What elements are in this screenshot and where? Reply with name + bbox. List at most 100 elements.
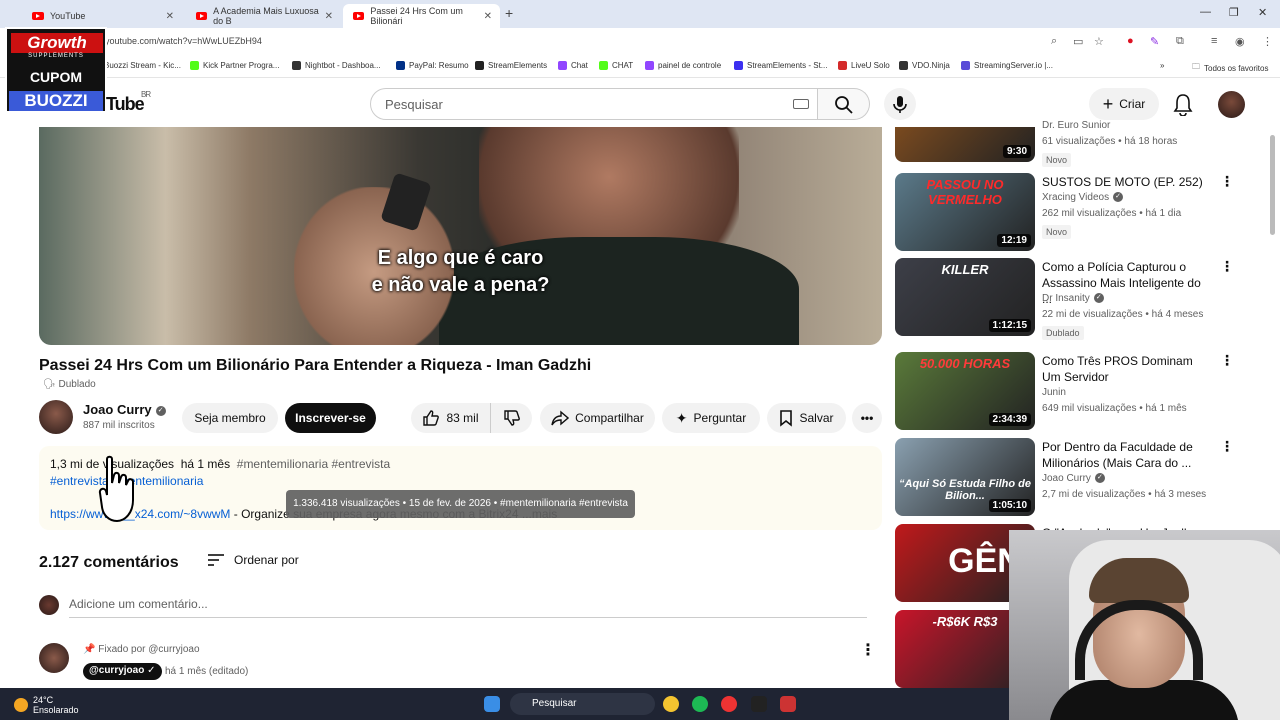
video-thumbnail[interactable]: KILLER 1:12:15	[895, 258, 1035, 336]
recommended-video-title[interactable]: Por Dentro da Faculdade de Milionários (…	[1042, 439, 1212, 471]
reading-list-icon[interactable]: ≡	[1211, 35, 1217, 47]
taskbar-search[interactable]: Pesquisar	[510, 693, 655, 715]
recommended-video[interactable]: “Aqui Só Estuda Filho de Bilion... 1:05:1…	[895, 438, 1255, 516]
browser-tab-active[interactable]: Passei 24 Hrs Com um Bilionári ✕	[343, 4, 500, 28]
taskbar: 24°C Ensolarado Pesquisar	[0, 688, 1009, 720]
browser-menu-icon[interactable]: ⋮	[1262, 35, 1273, 48]
bookmark-item[interactable]: LiveU Solo	[838, 61, 890, 70]
plus-icon: +	[1102, 93, 1114, 114]
close-window-icon[interactable]: ✕	[1258, 6, 1267, 19]
windows-start-icon[interactable]	[484, 696, 500, 712]
voice-search-button[interactable]	[884, 88, 916, 120]
recommended-channel[interactable]: Junin	[1042, 387, 1066, 398]
recommended-video[interactable]: 9:30 Dr. Euro Sunior 61 visualizações • há…	[895, 120, 1255, 167]
share-button[interactable]: Compartilhar	[540, 403, 655, 433]
recommended-video-title[interactable]: SUSTOS DE MOTO (EP. 252)	[1042, 174, 1212, 190]
add-comment-input[interactable]: Adicione um comentário...	[69, 597, 867, 618]
bookmark-item[interactable]: StreamElements	[475, 61, 547, 70]
video-player[interactable]: E algo que é caro e não vale a pena?	[39, 127, 882, 345]
recommended-video[interactable]: 50.000 HORAS 2:34:39 Como Três PROS Domina…	[895, 352, 1255, 430]
join-button[interactable]: Seja membro	[182, 403, 278, 433]
account-avatar[interactable]	[1218, 91, 1245, 118]
bookmark-item[interactable]: StreamElements - St...	[734, 61, 827, 70]
all-bookmarks-folder[interactable]: 🗀 Todos os favoritos	[1192, 61, 1268, 75]
dubbed-icon: 🗣	[43, 379, 56, 390]
bookmark-item[interactable]: CHAT	[599, 61, 633, 70]
video-thumbnail[interactable]: 50.000 HORAS 2:34:39	[895, 352, 1035, 430]
video-caption: E algo que é caro	[377, 247, 544, 269]
recommended-channel[interactable]: Joao Curry ✓	[1042, 473, 1105, 484]
commenter-avatar[interactable]	[39, 643, 69, 673]
bookmark-favicon-icon	[734, 61, 743, 70]
sort-comments-button[interactable]: Ordenar por	[208, 553, 299, 567]
channel-avatar[interactable]	[39, 400, 73, 434]
bookmark-favicon-icon	[899, 61, 908, 70]
maximize-icon[interactable]: ❐	[1229, 6, 1239, 19]
bookmark-item[interactable]: Kick Partner Progra...	[190, 61, 279, 70]
chrome-icon[interactable]	[663, 696, 679, 712]
create-button[interactable]: + Criar	[1089, 88, 1159, 120]
youtube-logo[interactable]: Tube BR	[106, 90, 151, 115]
recommended-video[interactable]: KILLER 1:12:15 Como a Polícia Capturou o A…	[895, 258, 1255, 340]
app-icon[interactable]	[751, 696, 767, 712]
recommended-channel[interactable]: Xracing Videos ✓	[1042, 192, 1124, 203]
more-actions-button[interactable]: •••	[852, 403, 882, 433]
recommended-video-title[interactable]: Como Três PROS Dominam Um Servidor	[1042, 353, 1212, 385]
webcam-overlay	[1009, 530, 1280, 720]
recommended-video[interactable]: PASSOU NO VERMELHO 12:19 SUSTOS DE MOTO (E…	[895, 173, 1255, 251]
comment-menu-icon[interactable]: ⋮	[860, 640, 876, 660]
video-thumbnail[interactable]: PASSOU NO VERMELHO 12:19	[895, 173, 1035, 251]
search-input[interactable]: Pesquisar	[370, 88, 818, 120]
recommended-meta: 649 mil visualizações • há 1 mês	[1042, 403, 1187, 414]
keyboard-icon[interactable]	[793, 99, 809, 109]
bookmark-item[interactable]: Chat	[558, 61, 588, 70]
close-tab-icon[interactable]: ✕	[325, 11, 333, 22]
new-tab-button[interactable]: +	[505, 5, 513, 21]
extension-icon[interactable]: ✎	[1150, 35, 1159, 48]
minimize-icon[interactable]: —	[1200, 6, 1211, 18]
video-menu-icon[interactable]: ⋮	[1220, 438, 1234, 455]
spotify-icon[interactable]	[692, 696, 708, 712]
close-tab-icon[interactable]: ✕	[484, 11, 492, 22]
recommended-channel[interactable]: Dr. Euro Sunior	[1042, 120, 1110, 131]
video-menu-icon[interactable]: ⋮	[1220, 173, 1234, 190]
video-thumbnail[interactable]: “Aqui Só Estuda Filho de Bilion... 1:05:1…	[895, 438, 1035, 516]
video-thumbnail[interactable]: 9:30	[895, 127, 1035, 162]
search-button[interactable]	[818, 88, 870, 120]
url-field[interactable]: youtube.com/watch?v=hWwLUEZbH94	[105, 36, 262, 46]
dislike-button[interactable]	[490, 403, 532, 433]
bookmark-item[interactable]: PayPal: Resumo	[396, 61, 469, 70]
address-bar: youtube.com/watch?v=hWwLUEZbH94 ⌕ ▭ ☆ ● …	[0, 28, 1280, 56]
subscribe-button[interactable]: Inscrever-se	[285, 403, 376, 433]
bookmark-star-icon[interactable]: ☆	[1094, 35, 1104, 48]
more-bookmarks-icon[interactable]: »	[1160, 61, 1164, 70]
dubbed-label: 🗣 Dublado	[43, 379, 96, 390]
app-icon[interactable]	[780, 696, 796, 712]
close-tab-icon[interactable]: ✕	[166, 11, 174, 22]
cast-icon[interactable]: ▭	[1073, 35, 1083, 48]
bookmark-item[interactable]: painel de controle	[645, 61, 721, 70]
bookmark-item[interactable]: StreamingServer.io |...	[961, 61, 1053, 70]
video-duration: 12:19	[997, 234, 1031, 247]
browser-tab[interactable]: A Academia Mais Luxuosa do B ✕	[186, 4, 341, 28]
recommended-channel[interactable]: Dr Insanity ✓	[1042, 293, 1104, 304]
like-button[interactable]: 83 mil	[411, 403, 490, 433]
bookmark-item[interactable]: Nightbot - Dashboa...	[292, 61, 381, 70]
browser-tab[interactable]: YouTube ✕	[22, 4, 182, 28]
channel-name[interactable]: Joao Curry ✓	[83, 402, 166, 417]
bookmark-item[interactable]: VDO.Ninja	[899, 61, 950, 70]
profile-icon[interactable]: ◉	[1235, 35, 1245, 48]
commenter-handle[interactable]: @curryjoao ✓	[83, 663, 162, 680]
scrollbar[interactable]	[1270, 135, 1275, 235]
notifications-bell-icon[interactable]	[1172, 92, 1194, 116]
video-menu-icon[interactable]: ⋮	[1220, 352, 1234, 369]
zoom-icon[interactable]: ⌕	[1051, 35, 1057, 48]
weather-widget[interactable]: 24°C Ensolarado	[14, 695, 79, 715]
app-icon[interactable]	[721, 696, 737, 712]
video-menu-icon[interactable]: ⋮	[1220, 258, 1234, 275]
extensions-puzzle-icon[interactable]: ⧉	[1176, 35, 1184, 48]
save-button[interactable]: Salvar	[767, 403, 846, 433]
bookmark-favicon-icon	[558, 61, 567, 70]
extension-icon[interactable]: ●	[1127, 35, 1134, 47]
ask-button[interactable]: ✦ Perguntar	[662, 403, 760, 433]
